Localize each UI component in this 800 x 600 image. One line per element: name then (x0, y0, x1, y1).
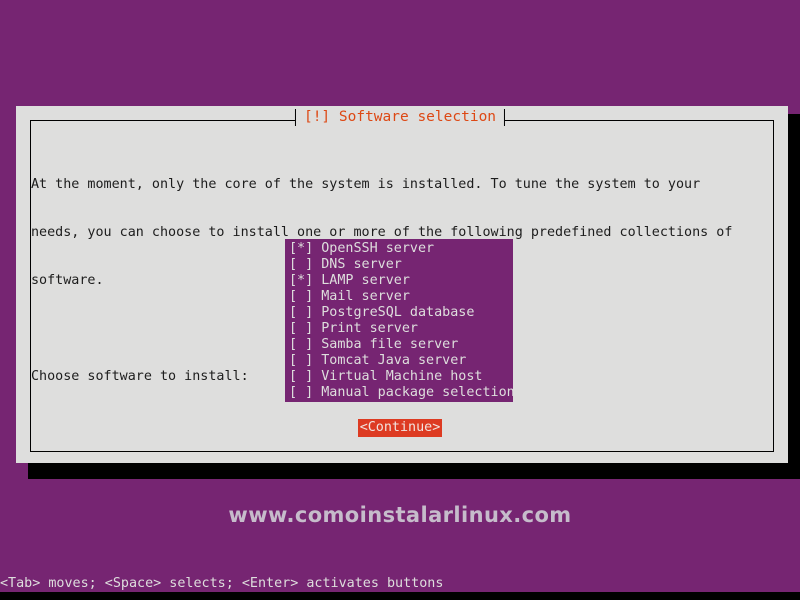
bottom-black-strip (0, 592, 800, 600)
continue-button[interactable]: <Continue> (357, 419, 443, 437)
desktop-background: [!] Software selection At the moment, on… (0, 0, 800, 600)
watermark: www.comoinstalarlinux.com (228, 503, 572, 527)
dialog-title: [!] Software selection (294, 106, 506, 128)
list-item[interactable]: [ ] PostgreSQL database (285, 305, 513, 321)
list-item[interactable]: [ ] Virtual Machine host (285, 369, 513, 385)
dialog-button-row: <Continue> (0, 416, 800, 437)
list-item[interactable]: [ ] Manual package selection (285, 385, 515, 401)
list-item[interactable]: [ ] Tomcat Java server (285, 353, 513, 369)
list-item[interactable]: [*] OpenSSH server (285, 241, 513, 257)
list-item[interactable]: [*] LAMP server (285, 273, 513, 289)
list-item[interactable]: [ ] Samba file server (285, 337, 513, 353)
list-item[interactable]: [ ] DNS server (285, 257, 513, 273)
list-item[interactable]: [ ] Print server (285, 321, 513, 337)
list-item[interactable]: [ ] Mail server (285, 289, 513, 305)
keyboard-help-statusline: <Tab> moves; <Space> selects; <Enter> ac… (0, 576, 444, 591)
description-line-1: At the moment, only the core of the syst… (31, 177, 701, 192)
software-selection-list[interactable]: [*] OpenSSH server [ ] DNS server [*] LA… (285, 239, 515, 402)
